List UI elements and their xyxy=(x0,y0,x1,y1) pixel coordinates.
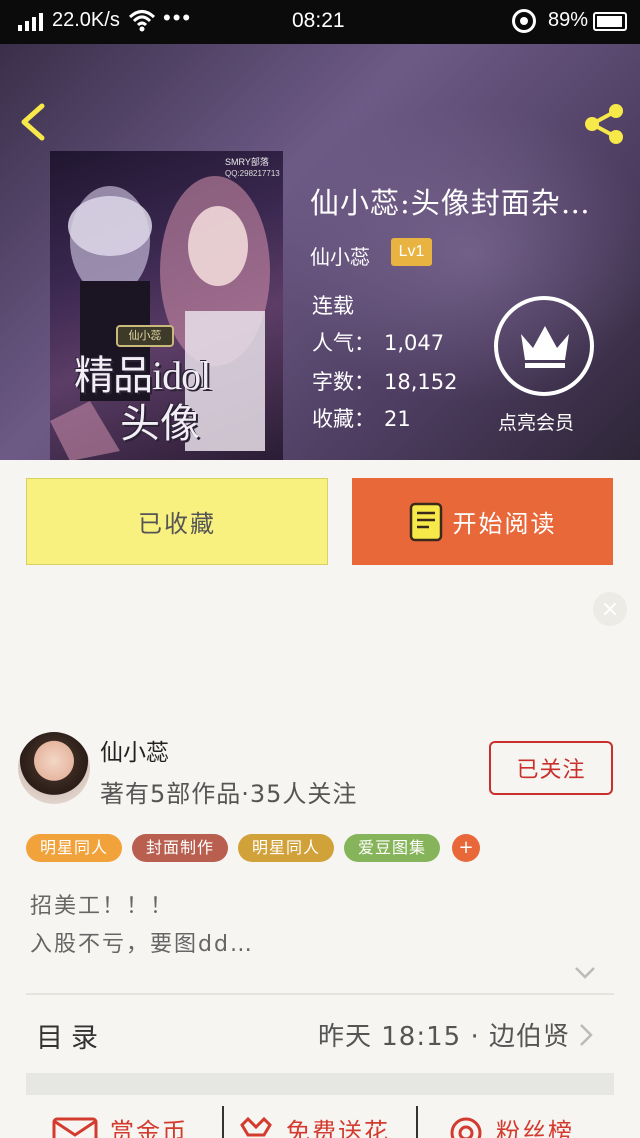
author-stats: 著有5部作品·35人关注 xyxy=(100,780,358,808)
section-separator xyxy=(26,1073,614,1095)
close-icon[interactable] xyxy=(593,592,627,626)
favorites-stat: 收藏： 21 xyxy=(312,407,411,431)
flower-icon xyxy=(240,1116,272,1136)
word-count-stat: 字数： 18,152 xyxy=(312,370,458,394)
tag-item[interactable]: 明星同人 xyxy=(26,834,123,862)
cover-title-line2: 头像 xyxy=(120,401,200,446)
battery-percent: 89% xyxy=(548,9,589,31)
author-name[interactable]: 仙小蕊 xyxy=(100,733,169,767)
location-icon xyxy=(512,9,536,33)
follow-button[interactable]: 已关注 xyxy=(489,741,613,795)
separator xyxy=(416,1106,418,1138)
book-header: SMRY部落 QQ:298217713 仙小蕊 精品idol 头像 仙小蕊:头像… xyxy=(0,44,640,460)
target-icon xyxy=(450,1117,482,1138)
signal-icon xyxy=(18,13,43,31)
tag-item[interactable]: 明星同人 xyxy=(238,834,335,862)
latest-chapter: 昨天 18:15 · 边伯贤 xyxy=(318,1022,570,1052)
tag-item[interactable]: 爱豆图集 xyxy=(344,834,441,862)
fans-ranking-button[interactable]: 粉丝榜 xyxy=(448,1112,574,1138)
popularity-stat: 人气： 1,047 xyxy=(312,331,445,355)
battery-icon xyxy=(593,12,627,31)
vip-button[interactable] xyxy=(494,296,594,396)
serial-status: 连载 xyxy=(312,294,354,318)
divider xyxy=(26,993,614,995)
chevron-down-icon[interactable] xyxy=(574,966,596,980)
tag-list: 明星同人 封面制作 明星同人 爱豆图集 + xyxy=(26,834,481,862)
send-flowers-button[interactable]: 免费送花 xyxy=(238,1112,390,1138)
tag-item[interactable]: 封面制作 xyxy=(132,834,229,862)
book-icon xyxy=(409,502,442,541)
start-reading-button[interactable]: 开始阅读 xyxy=(352,478,613,565)
level-badge: Lv1 xyxy=(391,238,432,266)
book-cover[interactable]: SMRY部落 QQ:298217713 仙小蕊 精品idol 头像 xyxy=(50,151,283,460)
share-icon[interactable] xyxy=(580,100,628,148)
network-speed: 22.0K/s xyxy=(52,9,120,31)
clock: 08:21 xyxy=(292,9,345,32)
book-author[interactable]: 仙小蕊 xyxy=(310,241,370,270)
reward-coins-button[interactable]: 赏金币 xyxy=(52,1112,188,1138)
favorited-button[interactable]: 已收藏 xyxy=(26,478,328,565)
vip-label: 点亮会员 xyxy=(498,412,575,434)
add-tag-button[interactable]: + xyxy=(452,834,481,862)
more-notifications-icon: ••• xyxy=(163,5,193,30)
author-avatar[interactable] xyxy=(18,732,90,804)
crown-icon xyxy=(521,326,569,368)
envelope-icon xyxy=(52,1117,98,1138)
back-arrow-icon[interactable] xyxy=(16,102,52,142)
cover-brand: SMRY部落 xyxy=(225,157,269,167)
toc-label: 目录 xyxy=(36,1023,106,1054)
wifi-icon xyxy=(128,10,156,32)
bottom-action-bar: 赏金币 免费送花 粉丝榜 xyxy=(0,1104,640,1138)
table-of-contents-row[interactable]: 目录 昨天 18:15 · 边伯贤 xyxy=(0,996,640,1072)
separator xyxy=(222,1106,224,1138)
book-description: 招美工！！！ 入股不亏，要图dd… xyxy=(30,894,254,957)
cover-qq: QQ:298217713 xyxy=(225,169,280,178)
book-title: 仙小蕊:头像封面杂… xyxy=(310,186,591,220)
status-bar: 22.0K/s ••• 08:21 89% xyxy=(0,0,640,44)
chevron-right-icon xyxy=(580,1024,593,1046)
